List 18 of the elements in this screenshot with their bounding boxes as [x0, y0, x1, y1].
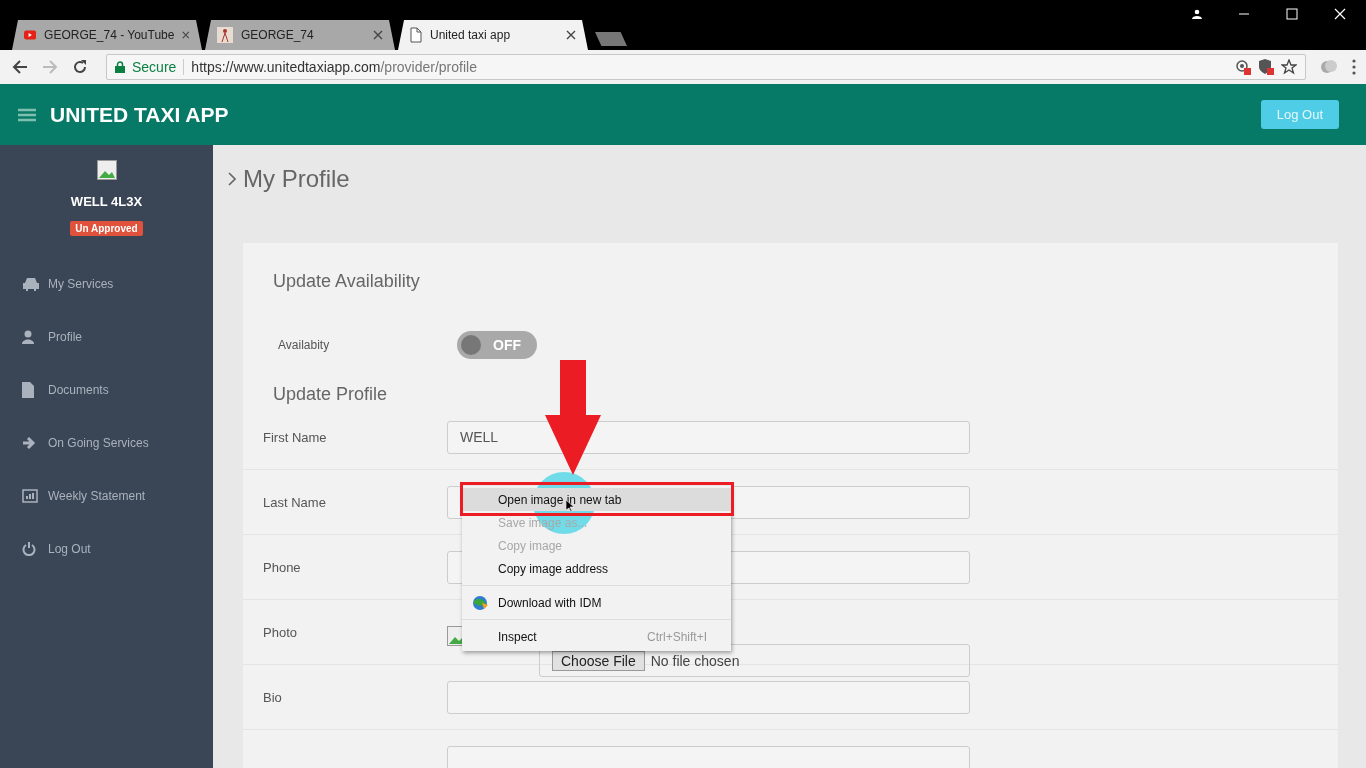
- url-text: https://www.unitedtaxiapp.com/provider/profile: [191, 59, 477, 75]
- field-label: Photo: [262, 624, 298, 640]
- tab-title: GEORGE_74: [241, 28, 315, 42]
- field-label: Phone: [262, 559, 302, 575]
- field-label: Availabity: [277, 338, 331, 352]
- section-title: Update Availability: [273, 271, 421, 292]
- field-label: Last Name: [262, 494, 327, 510]
- app-title: UNITED TAXI APP: [50, 102, 229, 127]
- field-label: Bio: [262, 689, 283, 705]
- user-name: WELL 4L3X: [70, 194, 143, 209]
- file-status: No file chosen: [650, 652, 740, 669]
- page-title: My Profile: [243, 165, 350, 193]
- secure-label: Secure: [132, 59, 177, 75]
- tab-title: United taxi app: [430, 28, 512, 42]
- tab-title: GEORGE_74 - YouTube: [44, 28, 175, 42]
- status-badge: Un Approved: [70, 221, 143, 236]
- section-title: Update Profile: [273, 384, 389, 405]
- field-label: First Name: [262, 429, 328, 445]
